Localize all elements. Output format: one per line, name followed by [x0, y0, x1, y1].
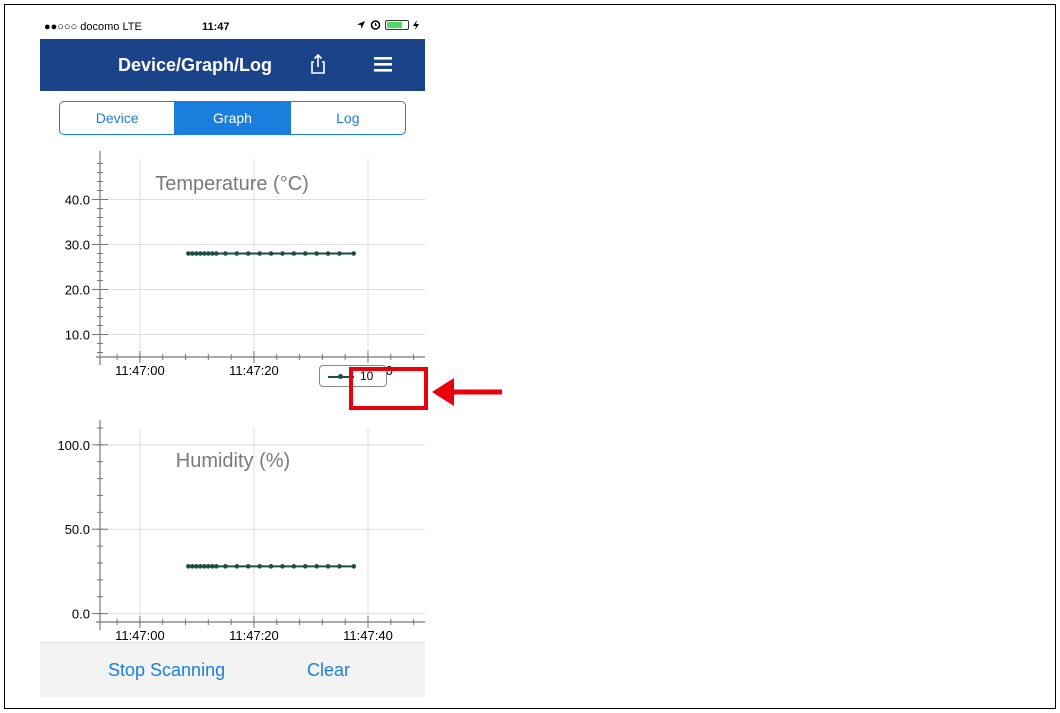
data-point — [280, 251, 285, 256]
data-point — [302, 251, 308, 256]
data-point — [190, 251, 195, 256]
clear-button[interactable]: Clear — [307, 660, 350, 681]
data-point — [351, 251, 357, 256]
y-tick-label: 50.0 — [65, 522, 90, 537]
data-point — [268, 564, 274, 569]
x-tick-label: 11:47:00 — [115, 363, 165, 378]
data-point — [186, 251, 191, 256]
view-segmented-control: Device Graph Log — [59, 101, 406, 135]
data-point — [202, 564, 207, 569]
hamburger-menu-icon[interactable] — [373, 55, 393, 73]
y-tick-label: 30.0 — [65, 238, 90, 253]
data-point — [206, 564, 211, 569]
chart-title: Humidity (%) — [176, 450, 290, 472]
data-point — [280, 564, 285, 569]
data-point — [268, 251, 274, 256]
data-point — [194, 564, 199, 569]
nav-bar: Device/Graph/Log — [40, 39, 425, 91]
tab-log[interactable]: Log — [289, 102, 405, 134]
status-time: 11:47 — [202, 21, 230, 33]
phone-screen: ●●○○○ docomo LTE 11:47 Device/Graph/Log … — [40, 9, 425, 697]
data-point — [234, 564, 240, 569]
x-tick-label: 11:47:20 — [229, 628, 279, 643]
data-point — [351, 564, 357, 569]
data-point — [186, 564, 191, 569]
status-icons — [356, 19, 419, 30]
data-point — [194, 251, 199, 256]
humidity-chart: 0.0 50.0 100.0 11:47:00 11:47:20 11:47:40 Humi… — [57, 420, 425, 643]
charging-icon — [413, 19, 419, 30]
y-tick-label: 10.0 — [65, 328, 90, 343]
data-point — [257, 564, 262, 569]
data-point — [234, 251, 240, 256]
temperature-chart: 10.020.030.040.011:47:0011:47:2011:47:40… — [65, 151, 425, 378]
stop-scanning-button[interactable]: Stop Scanning — [108, 660, 225, 681]
data-point — [291, 564, 297, 569]
x-tick-label: 11:47:40 — [343, 628, 393, 643]
data-point — [314, 251, 319, 256]
legend-highlight-box — [349, 367, 428, 410]
data-point — [214, 251, 219, 256]
tab-device[interactable]: Device — [60, 102, 174, 134]
legend-marker-dot — [338, 374, 343, 379]
tab-graph[interactable]: Graph — [174, 102, 290, 134]
data-point — [337, 251, 342, 256]
data-point — [210, 564, 215, 569]
data-point — [314, 564, 319, 569]
data-point — [214, 564, 219, 569]
data-point — [245, 251, 251, 256]
data-point — [223, 564, 228, 569]
data-point — [337, 564, 342, 569]
battery-icon — [385, 19, 409, 30]
alarm-icon — [370, 20, 381, 30]
carrier-label: ●●○○○ docomo LTE — [44, 21, 142, 33]
x-tick-label: 11:47:00 — [115, 628, 165, 643]
status-bar: ●●○○○ docomo LTE 11:47 — [40, 9, 425, 39]
y-tick-label: 20.0 — [65, 283, 90, 298]
data-point — [210, 251, 215, 256]
data-point — [198, 251, 203, 256]
bottom-toolbar: Stop Scanning Clear — [40, 642, 425, 697]
y-tick-label: 0.0 — [72, 607, 90, 622]
data-point — [206, 251, 211, 256]
location-icon — [357, 20, 365, 29]
y-tick-label: 100.0 — [57, 438, 90, 453]
red-arrow-icon — [432, 378, 502, 406]
data-point — [198, 564, 203, 569]
y-tick-label: 40.0 — [65, 193, 90, 208]
data-point — [257, 251, 262, 256]
data-point — [325, 251, 331, 256]
chart-title: Temperature (°C) — [155, 173, 309, 195]
share-icon[interactable] — [308, 53, 328, 75]
data-point — [302, 564, 308, 569]
data-point — [190, 564, 195, 569]
data-point — [291, 251, 297, 256]
data-point — [202, 251, 207, 256]
data-point — [223, 251, 228, 256]
page-title: Device/Graph/Log — [118, 55, 273, 75]
x-tick-label: 11:47:20 — [229, 363, 279, 378]
data-point — [325, 564, 331, 569]
data-point — [245, 564, 251, 569]
